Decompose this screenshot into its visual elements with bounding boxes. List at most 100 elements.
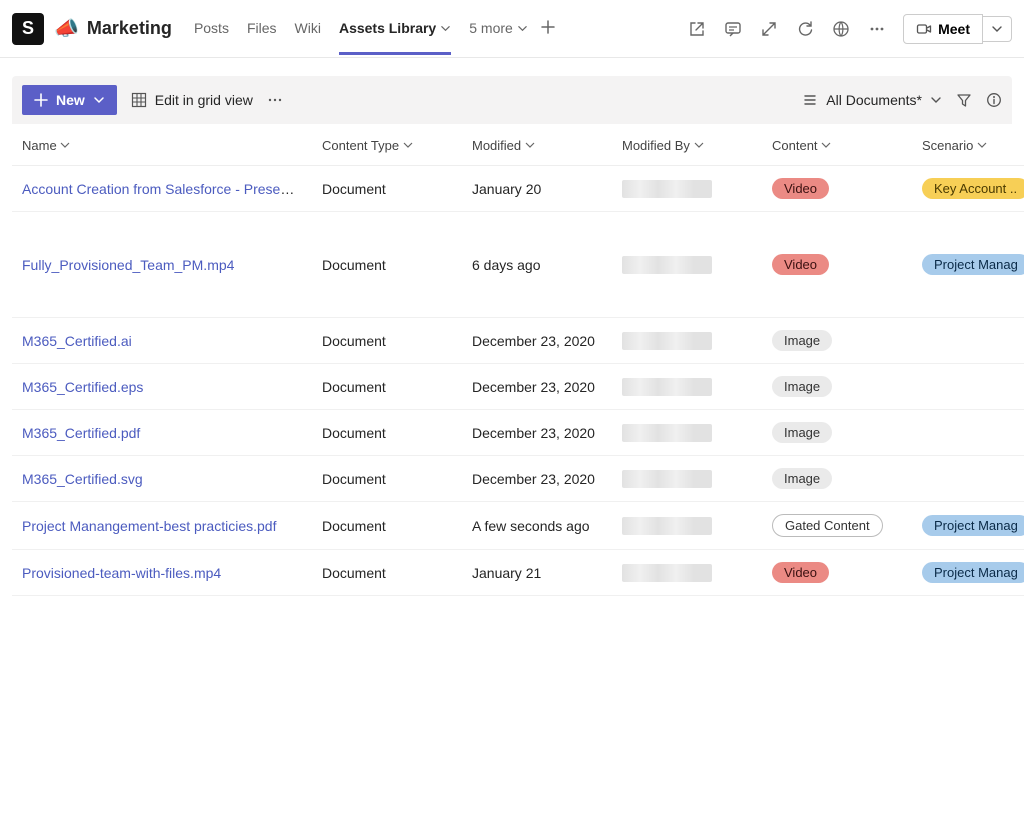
chevron-down-icon xyxy=(403,140,413,150)
redacted-user xyxy=(622,378,712,396)
tab-5-more[interactable]: 5 more xyxy=(469,2,528,55)
file-name-link[interactable]: M365_Certified.ai xyxy=(22,333,132,349)
redacted-user xyxy=(622,424,712,442)
redacted-user xyxy=(622,564,712,582)
video-icon xyxy=(916,21,932,37)
tab-label: 5 more xyxy=(469,20,513,36)
top-right-actions: Meet xyxy=(687,14,1012,44)
col-modified-by[interactable]: Modified By xyxy=(612,124,762,166)
cell-content-type: Document xyxy=(312,502,462,550)
file-name-link[interactable]: Account Creation from Salesforce - Prese… xyxy=(22,181,304,197)
scenario-pill: Project Manag xyxy=(922,254,1024,275)
redacted-user xyxy=(622,332,712,350)
cell-content-type: Document xyxy=(312,318,462,364)
table-row[interactable]: M365_Certified.ai DocumentDecember 23, 20… xyxy=(12,318,1024,364)
file-name-link[interactable]: Provisioned-team-with-files.mp4 xyxy=(22,565,221,581)
table-row[interactable]: Account Creation from Salesforce - Prese… xyxy=(12,166,1024,212)
tab-posts[interactable]: Posts xyxy=(194,2,229,55)
tab-wiki[interactable]: Wiki xyxy=(295,2,321,55)
top-header: S 📣 Marketing Posts Files Wiki Assets Libra… xyxy=(0,0,1024,58)
app-badge: S xyxy=(12,13,44,45)
table-row[interactable]: Project Manangement-best practicies.pdf D… xyxy=(12,502,1024,550)
table-row[interactable]: Fully_Provisioned_Team_PM.mp4 Document6 d… xyxy=(12,212,1024,318)
tab-label: Posts xyxy=(194,20,229,36)
cell-modified: 6 days ago xyxy=(462,212,612,318)
globe-icon[interactable] xyxy=(831,19,851,39)
chevron-down-icon xyxy=(930,94,942,106)
chevron-down-icon xyxy=(977,140,987,150)
table-row[interactable]: M365_Certified.svg DocumentDecember 23, 2… xyxy=(12,456,1024,502)
chevron-down-icon xyxy=(821,140,831,150)
cell-modified: A few seconds ago xyxy=(462,502,612,550)
tab-files[interactable]: Files xyxy=(247,2,277,55)
megaphone-icon: 📣 xyxy=(54,16,79,41)
popout-icon[interactable] xyxy=(687,19,707,39)
tab-strip: Posts Files Wiki Assets Library 5 more xyxy=(194,2,528,55)
table-row[interactable]: Provisioned-team-with-files.mp4DocumentJ… xyxy=(12,550,1024,596)
cell-content-type: Document xyxy=(312,410,462,456)
cell-modified: December 23, 2020 xyxy=(462,364,612,410)
assets-table: Name Content Type Modified Modified By C… xyxy=(12,124,1024,596)
refresh-icon[interactable] xyxy=(795,19,815,39)
table-row[interactable]: M365_Certified.pdfDocumentDecember 23, 2… xyxy=(12,410,1024,456)
redacted-user xyxy=(622,180,712,198)
file-name-link[interactable]: M365_Certified.svg xyxy=(22,471,143,487)
expand-icon[interactable] xyxy=(759,19,779,39)
content-pill: Gated Content xyxy=(772,514,883,537)
scenario-pill: Project Manag xyxy=(922,515,1024,536)
list-toolbar: New Edit in grid view All Documents* xyxy=(12,76,1012,124)
cell-content-type: Document xyxy=(312,166,462,212)
cell-modified: December 23, 2020 xyxy=(462,456,612,502)
redacted-user xyxy=(622,470,712,488)
chevron-down-icon xyxy=(991,23,1003,35)
scenario-pill: Project Manag xyxy=(922,562,1024,583)
redacted-user xyxy=(622,256,712,274)
cell-content-type: Document xyxy=(312,456,462,502)
chevron-down-icon xyxy=(517,23,528,34)
col-name[interactable]: Name xyxy=(12,124,312,166)
cell-content-type: Document xyxy=(312,364,462,410)
meet-button[interactable]: Meet xyxy=(903,14,983,44)
file-name-link[interactable]: M365_Certified.pdf xyxy=(22,425,140,441)
file-name-link[interactable]: Fully_Provisioned_Team_PM.mp4 xyxy=(22,257,234,273)
redacted-user xyxy=(622,517,712,535)
col-content-type[interactable]: Content Type xyxy=(312,124,462,166)
content-pill: Image xyxy=(772,468,832,489)
tab-label: Wiki xyxy=(295,20,321,36)
toolbar-more-icon[interactable] xyxy=(267,92,283,108)
cell-content-type: Document xyxy=(312,550,462,596)
tab-label: Files xyxy=(247,20,277,36)
info-icon[interactable] xyxy=(986,92,1002,108)
team-name: Marketing xyxy=(87,18,172,39)
file-name-link[interactable]: M365_Certified.eps xyxy=(22,379,143,395)
cell-content-type: Document xyxy=(312,212,462,318)
meet-chevron[interactable] xyxy=(983,16,1012,42)
view-selector[interactable]: All Documents* xyxy=(802,92,942,108)
new-button[interactable]: New xyxy=(22,85,117,115)
chevron-down-icon xyxy=(694,140,704,150)
chat-icon[interactable] xyxy=(723,19,743,39)
chevron-down-icon xyxy=(93,94,105,106)
tab-label: Assets Library xyxy=(339,20,436,36)
content-pill: Video xyxy=(772,562,829,583)
edit-grid-button[interactable]: Edit in grid view xyxy=(131,92,253,108)
list-icon xyxy=(802,92,818,108)
file-name-link[interactable]: Project Manangement-best practicies.pdf xyxy=(22,518,276,534)
col-scenario[interactable]: Scenario xyxy=(912,124,1024,166)
table-row[interactable]: M365_Certified.eps DocumentDecember 23, 2… xyxy=(12,364,1024,410)
plus-icon xyxy=(540,19,556,35)
content-pill: Image xyxy=(772,422,832,443)
cell-modified: January 20 xyxy=(462,166,612,212)
col-modified[interactable]: Modified xyxy=(462,124,612,166)
cell-modified: December 23, 2020 xyxy=(462,318,612,364)
content-pill: Video xyxy=(772,178,829,199)
plus-icon xyxy=(34,93,48,107)
add-tab-button[interactable] xyxy=(534,19,562,38)
chevron-down-icon xyxy=(60,140,70,150)
more-icon[interactable] xyxy=(867,19,887,39)
content-pill: Image xyxy=(772,330,832,351)
scenario-pill: Key Account .. xyxy=(922,178,1024,199)
filter-icon[interactable] xyxy=(956,92,972,108)
col-content[interactable]: Content xyxy=(762,124,912,166)
tab-assets-library[interactable]: Assets Library xyxy=(339,2,451,55)
